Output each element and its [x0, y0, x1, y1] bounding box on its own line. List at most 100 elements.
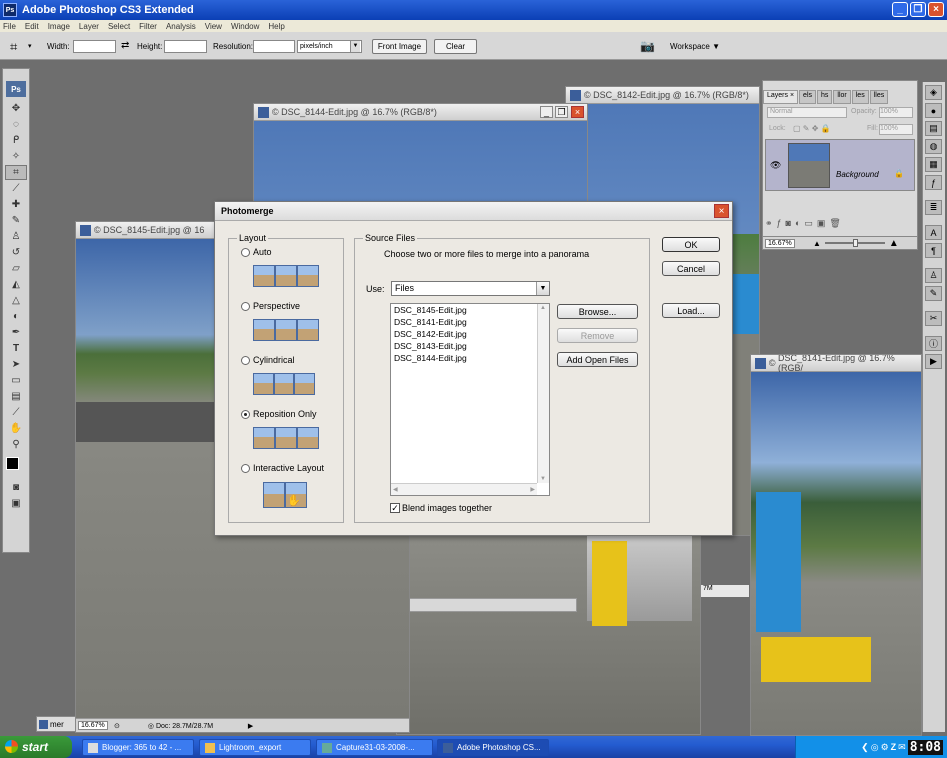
eyedropper-icon[interactable]: ⟋	[5, 405, 27, 420]
document-window-8141[interactable]: © DSC_8141-Edit.jpg @ 16.7% (RGB/	[750, 354, 922, 736]
units-select[interactable]: pixels/inch ▼	[297, 40, 362, 53]
zoom-out-icon[interactable]: ▲	[813, 239, 821, 248]
status-doc-size[interactable]: ◎ Doc: 28.7M/28.7M	[148, 722, 248, 730]
remove-button[interactable]: Remove	[557, 328, 638, 343]
radio-auto[interactable]: Auto	[241, 247, 272, 257]
shape-tool-icon[interactable]: ▭	[5, 373, 27, 388]
document-title-bar[interactable]: © DSC_8142-Edit.jpg @ 16.7% (RGB/8*)	[566, 87, 759, 104]
swap-icon[interactable]: ⇄	[121, 40, 129, 51]
tab-color[interactable]: llor	[833, 90, 851, 104]
type-tool-icon[interactable]: T	[5, 341, 27, 356]
marquee-tool-icon[interactable]: ◌	[5, 117, 27, 132]
color-swatches[interactable]	[3, 453, 29, 479]
blend-checkbox[interactable]: ✓	[390, 503, 400, 513]
file-list[interactable]: DSC_8145-Edit.jpg DSC_8141-Edit.jpg DSC_…	[390, 303, 550, 496]
styles-icon[interactable]: ƒ	[925, 175, 942, 190]
fill-input[interactable]: 100%	[879, 124, 913, 135]
crop-tool-icon[interactable]: ⌗	[5, 165, 27, 180]
list-item[interactable]: DSC_8142-Edit.jpg	[391, 328, 549, 340]
minimize-button[interactable]: _	[892, 2, 908, 17]
zoom-slider-thumb[interactable]	[852, 239, 858, 247]
channels-icon[interactable]: ●	[925, 103, 942, 118]
navigator-zoom[interactable]: 16.67%	[765, 238, 795, 248]
scroll-up-icon[interactable]: ▲	[540, 305, 546, 311]
pen-tool-icon[interactable]: ✒	[5, 325, 27, 340]
eye-icon[interactable]: 👁	[770, 160, 781, 171]
menu-view[interactable]: View	[205, 22, 222, 31]
ok-button[interactable]: OK	[662, 237, 720, 252]
tab-swatches[interactable]: les	[851, 90, 869, 104]
history-icon[interactable]: ≣	[925, 200, 942, 215]
scroll-left-icon[interactable]: ◀	[393, 486, 398, 493]
blend-checkbox-row[interactable]: ✓ Blend images together	[390, 503, 492, 513]
dialog-close-button[interactable]: ×	[714, 204, 729, 218]
status-icon[interactable]: ⊙	[114, 722, 120, 730]
info-icon[interactable]: ⓘ	[925, 336, 942, 351]
menu-help[interactable]: Help	[268, 22, 284, 31]
menu-layer[interactable]: Layer	[79, 22, 99, 31]
vertical-scrollbar[interactable]: ▲ ▼	[537, 304, 549, 483]
restore-button[interactable]: ❐	[910, 2, 926, 17]
restore-button[interactable]: ❐	[555, 106, 568, 118]
tab-paths[interactable]: hs	[817, 90, 833, 104]
task-capture[interactable]: Capture31-03-2008-...	[316, 739, 433, 756]
dodge-tool-icon[interactable]: ◐	[5, 309, 27, 324]
start-button[interactable]: start	[0, 736, 72, 758]
tools-icon[interactable]: ✂	[925, 311, 942, 326]
use-select[interactable]: Files ▼	[391, 281, 550, 296]
quick-mask-icon[interactable]: ◙	[5, 480, 27, 495]
radio-perspective[interactable]: Perspective	[241, 301, 300, 311]
front-image-button[interactable]: Front Image	[372, 39, 427, 54]
menu-filter[interactable]: Filter	[139, 22, 157, 31]
tab-layers[interactable]: Layers ×	[763, 90, 799, 104]
list-item[interactable]: DSC_8145-Edit.jpg	[391, 304, 549, 316]
radio-reposition-only[interactable]: Reposition Only	[241, 409, 317, 419]
tab-channels[interactable]: els	[799, 90, 816, 104]
dialog-title-bar[interactable]: Photomerge	[215, 202, 732, 221]
minimize-button[interactable]: _	[540, 106, 553, 118]
status-zoom[interactable]: 16.67%	[78, 721, 108, 730]
radio-cylindrical[interactable]: Cylindrical	[241, 355, 295, 365]
zoom-tool-icon[interactable]: ⚲	[5, 437, 27, 452]
list-item[interactable]: DSC_8141-Edit.jpg	[391, 316, 549, 328]
scroll-right-icon[interactable]: ▶	[530, 486, 535, 493]
opacity-input[interactable]: 100%	[879, 107, 913, 118]
zoom-in-icon[interactable]: ▲	[889, 238, 899, 249]
tray-arrow-icon[interactable]: ❮	[861, 742, 869, 753]
paint-bucket-icon[interactable]: ◭	[5, 277, 27, 292]
workspace-menu[interactable]: Workspace ▼	[670, 42, 720, 51]
zoom-slider[interactable]	[824, 239, 885, 247]
blur-tool-icon[interactable]: △	[5, 293, 27, 308]
horizontal-scrollbar[interactable]	[397, 598, 577, 612]
menu-edit[interactable]: Edit	[25, 22, 39, 31]
chevron-down-icon[interactable]: ▾	[28, 42, 32, 50]
history-brush-icon[interactable]: ↺	[5, 245, 27, 260]
resolution-input[interactable]	[253, 40, 295, 53]
radio-dot[interactable]	[241, 301, 250, 311]
layers-icon[interactable]: ◈	[925, 85, 942, 100]
image-canvas[interactable]	[751, 372, 921, 735]
lasso-tool-icon[interactable]: ᑭ	[5, 133, 27, 148]
lock-icons[interactable]: ▢ ✎ ✥ 🔒	[793, 124, 831, 133]
scroll-down-icon[interactable]: ▼	[540, 476, 546, 482]
clear-button[interactable]: Clear	[434, 39, 477, 54]
tray-icon[interactable]: Z	[891, 742, 897, 752]
radio-interactive-layout[interactable]: Interactive Layout	[241, 463, 324, 473]
paragraph-icon[interactable]: ¶	[925, 243, 942, 258]
layer-row-background[interactable]: 👁 Background 🔒	[765, 139, 915, 191]
clone-source-icon[interactable]: ♙	[925, 268, 942, 283]
screen-mode-icon[interactable]: ▣	[5, 496, 27, 511]
width-input[interactable]	[73, 40, 116, 53]
notes-tool-icon[interactable]: ▤	[5, 389, 27, 404]
close-button[interactable]: ×	[571, 106, 584, 118]
radio-dot[interactable]	[241, 247, 250, 257]
eyedropper-icon[interactable]: ⟋	[5, 181, 27, 196]
hand-tool-icon[interactable]: ✋	[5, 421, 27, 436]
menu-file[interactable]: File	[3, 22, 16, 31]
foreground-color[interactable]	[6, 457, 19, 470]
menu-window[interactable]: Window	[231, 22, 259, 31]
layer-actions[interactable]: ⚭ƒ◙◐▭▣🗑	[765, 218, 915, 230]
cancel-button[interactable]: Cancel	[662, 261, 720, 276]
swatches-icon[interactable]: ▦	[925, 157, 942, 172]
clock[interactable]: 8:08	[907, 739, 943, 755]
